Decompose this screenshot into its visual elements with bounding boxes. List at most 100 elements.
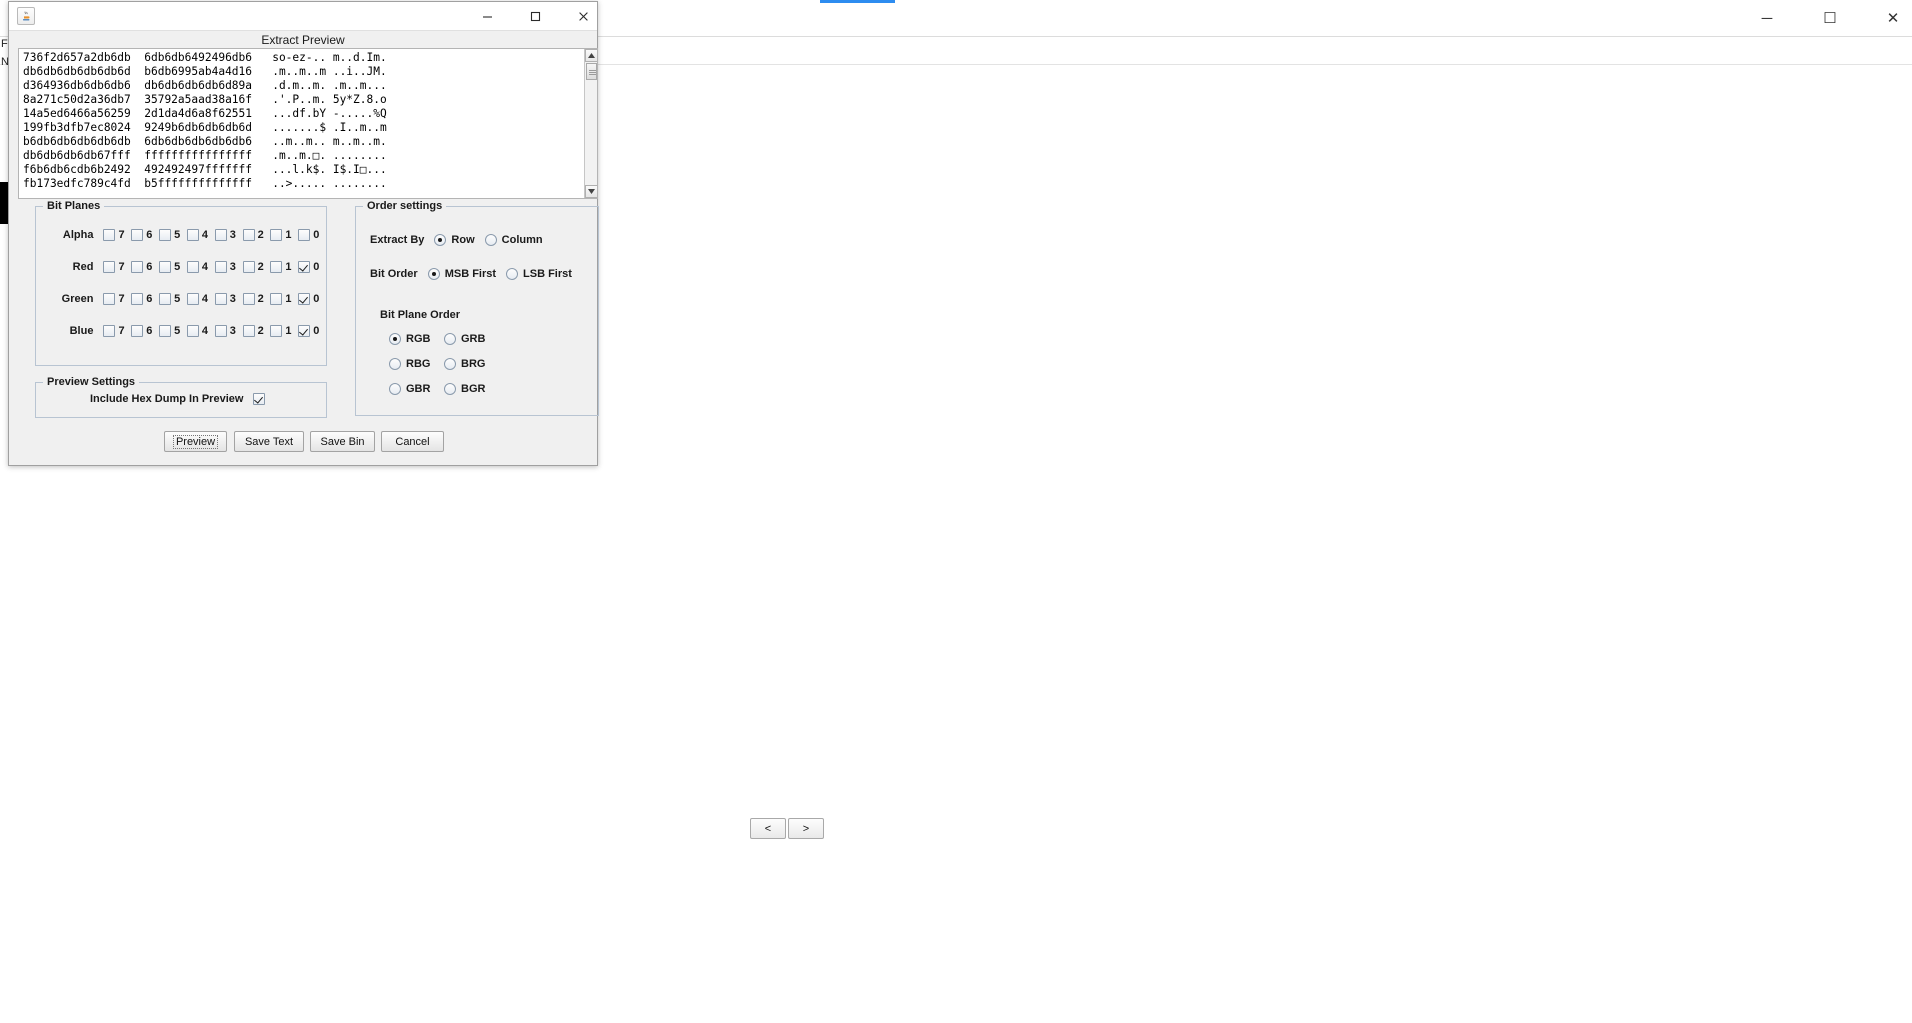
bit-plane-order-option-rbg[interactable]: RBG bbox=[389, 358, 430, 370]
bit-plane-checkbox-alpha-0[interactable] bbox=[298, 229, 311, 241]
bit-plane-cell-alpha-4[interactable]: 4 bbox=[186, 229, 215, 241]
bit-plane-checkbox-blue-7[interactable] bbox=[103, 325, 116, 337]
bit-plane-checkbox-blue-6[interactable] bbox=[131, 325, 144, 337]
bit-order-lsb-radio[interactable] bbox=[506, 268, 519, 280]
background-minimize-button[interactable]: ─ bbox=[1744, 0, 1790, 36]
bit-plane-cell-blue-0[interactable]: 0 bbox=[298, 325, 326, 337]
bit-plane-checkbox-green-3[interactable] bbox=[214, 293, 227, 305]
bit-plane-checkbox-alpha-7[interactable] bbox=[103, 229, 116, 241]
bit-plane-checkbox-alpha-2[interactable] bbox=[242, 229, 255, 241]
bit-plane-checkbox-green-2[interactable] bbox=[242, 293, 255, 305]
bit-plane-cell-alpha-3[interactable]: 3 bbox=[214, 229, 243, 241]
include-hex-dump-row[interactable]: Include Hex Dump In Preview bbox=[90, 393, 266, 405]
extract-by-row-radio[interactable] bbox=[434, 234, 447, 246]
bit-plane-order-option-bgr[interactable]: BGR bbox=[444, 383, 485, 395]
bit-plane-order-radio-bgr[interactable] bbox=[444, 383, 456, 395]
previous-page-button[interactable]: < bbox=[750, 818, 786, 839]
cancel-button[interactable]: Cancel bbox=[381, 431, 444, 452]
extract-by-option-column[interactable]: Column bbox=[484, 234, 543, 246]
dialog-minimize-button[interactable] bbox=[464, 2, 510, 31]
preview-button[interactable]: Preview bbox=[164, 431, 227, 452]
bit-plane-order-option-brg[interactable]: BRG bbox=[444, 358, 485, 370]
save-bin-button[interactable]: Save Bin bbox=[310, 431, 375, 452]
bit-plane-cell-red-7[interactable]: 7 bbox=[103, 261, 131, 273]
bit-plane-checkbox-green-4[interactable] bbox=[186, 293, 199, 305]
bit-plane-checkbox-red-2[interactable] bbox=[242, 261, 255, 273]
bit-plane-checkbox-alpha-3[interactable] bbox=[214, 229, 227, 241]
bit-plane-checkbox-red-4[interactable] bbox=[186, 261, 199, 273]
background-close-button[interactable]: ✕ bbox=[1870, 0, 1912, 36]
scroll-up-arrow-icon[interactable] bbox=[585, 49, 597, 62]
bit-plane-checkbox-alpha-6[interactable] bbox=[131, 229, 144, 241]
bit-plane-cell-blue-1[interactable]: 1 bbox=[270, 325, 298, 337]
bit-plane-cell-alpha-6[interactable]: 6 bbox=[131, 229, 159, 241]
bit-plane-checkbox-green-1[interactable] bbox=[270, 293, 283, 305]
scroll-down-arrow-icon[interactable] bbox=[585, 185, 597, 198]
bit-plane-cell-red-3[interactable]: 3 bbox=[214, 261, 243, 273]
bit-plane-cell-green-6[interactable]: 6 bbox=[131, 293, 159, 305]
bit-plane-order-radio-grb[interactable] bbox=[444, 333, 456, 345]
bit-plane-cell-red-5[interactable]: 5 bbox=[159, 261, 187, 273]
bit-order-option-msb[interactable]: MSB First bbox=[427, 268, 496, 280]
bit-plane-checkbox-blue-1[interactable] bbox=[270, 325, 283, 337]
bit-plane-checkbox-blue-2[interactable] bbox=[242, 325, 255, 337]
bit-plane-cell-green-0[interactable]: 0 bbox=[298, 293, 326, 305]
bit-plane-cell-blue-2[interactable]: 2 bbox=[242, 325, 271, 337]
bit-order-msb-radio[interactable] bbox=[427, 268, 440, 280]
bit-plane-checkbox-blue-3[interactable] bbox=[214, 325, 227, 337]
bit-plane-cell-red-0[interactable]: 0 bbox=[298, 261, 326, 273]
bit-plane-cell-alpha-5[interactable]: 5 bbox=[159, 229, 187, 241]
background-maximize-button[interactable]: ☐ bbox=[1807, 0, 1853, 36]
bit-plane-checkbox-alpha-5[interactable] bbox=[159, 229, 172, 241]
bit-plane-cell-red-6[interactable]: 6 bbox=[131, 261, 159, 273]
bit-plane-checkbox-red-6[interactable] bbox=[131, 261, 144, 273]
bit-plane-checkbox-green-7[interactable] bbox=[103, 293, 116, 305]
bit-plane-cell-green-4[interactable]: 4 bbox=[186, 293, 215, 305]
bit-plane-checkbox-blue-5[interactable] bbox=[159, 325, 172, 337]
bit-plane-order-option-grb[interactable]: GRB bbox=[444, 333, 485, 345]
bit-plane-checkbox-red-5[interactable] bbox=[159, 261, 172, 273]
bit-plane-checkbox-green-6[interactable] bbox=[131, 293, 144, 305]
bit-plane-checkbox-alpha-4[interactable] bbox=[186, 229, 199, 241]
bit-plane-cell-green-7[interactable]: 7 bbox=[103, 293, 131, 305]
next-page-button[interactable]: > bbox=[788, 818, 824, 839]
bit-plane-order-option-rgb[interactable]: RGB bbox=[389, 333, 430, 345]
bit-plane-order-radio-rgb[interactable] bbox=[389, 333, 401, 345]
dialog-close-button[interactable] bbox=[560, 2, 606, 31]
bit-plane-checkbox-red-3[interactable] bbox=[214, 261, 227, 273]
scrollbar-thumb[interactable] bbox=[586, 63, 597, 80]
bit-plane-cell-blue-5[interactable]: 5 bbox=[159, 325, 187, 337]
bit-plane-cell-red-1[interactable]: 1 bbox=[270, 261, 298, 273]
bit-plane-cell-green-2[interactable]: 2 bbox=[242, 293, 271, 305]
bit-plane-order-radio-gbr[interactable] bbox=[389, 383, 401, 395]
dialog-maximize-button[interactable] bbox=[512, 2, 558, 31]
hex-dump-scrollbar[interactable] bbox=[584, 49, 597, 198]
save-text-button[interactable]: Save Text bbox=[234, 431, 304, 452]
bit-plane-checkbox-blue-0[interactable] bbox=[298, 325, 311, 337]
bit-plane-checkbox-green-5[interactable] bbox=[159, 293, 172, 305]
include-hex-dump-checkbox[interactable] bbox=[253, 393, 266, 405]
bit-plane-cell-blue-4[interactable]: 4 bbox=[186, 325, 215, 337]
bit-plane-cell-red-2[interactable]: 2 bbox=[242, 261, 271, 273]
bit-plane-cell-green-3[interactable]: 3 bbox=[214, 293, 243, 305]
bit-plane-cell-green-1[interactable]: 1 bbox=[270, 293, 298, 305]
bit-plane-checkbox-red-0[interactable] bbox=[298, 261, 311, 273]
bit-plane-cell-alpha-1[interactable]: 1 bbox=[270, 229, 298, 241]
extract-by-option-row[interactable]: Row bbox=[434, 234, 475, 246]
bit-plane-checkbox-blue-4[interactable] bbox=[186, 325, 199, 337]
bit-plane-cell-red-4[interactable]: 4 bbox=[186, 261, 215, 273]
bit-plane-cell-green-5[interactable]: 5 bbox=[159, 293, 187, 305]
bit-plane-checkbox-red-1[interactable] bbox=[270, 261, 283, 273]
bit-plane-cell-alpha-7[interactable]: 7 bbox=[103, 229, 131, 241]
bit-order-option-lsb[interactable]: LSB First bbox=[506, 268, 572, 280]
bit-plane-checkbox-green-0[interactable] bbox=[298, 293, 311, 305]
bit-plane-cell-blue-6[interactable]: 6 bbox=[131, 325, 159, 337]
bit-plane-order-radio-brg[interactable] bbox=[444, 358, 456, 370]
bit-plane-order-option-gbr[interactable]: GBR bbox=[389, 383, 430, 395]
bit-plane-cell-blue-3[interactable]: 3 bbox=[214, 325, 243, 337]
hex-dump-preview-area[interactable]: 736f2d657a2db6db 6db6db6492496db6 so-ez-… bbox=[18, 48, 598, 199]
extract-by-column-radio[interactable] bbox=[484, 234, 497, 246]
bit-plane-cell-alpha-2[interactable]: 2 bbox=[242, 229, 271, 241]
bit-plane-cell-alpha-0[interactable]: 0 bbox=[298, 229, 326, 241]
bit-plane-checkbox-red-7[interactable] bbox=[103, 261, 116, 273]
